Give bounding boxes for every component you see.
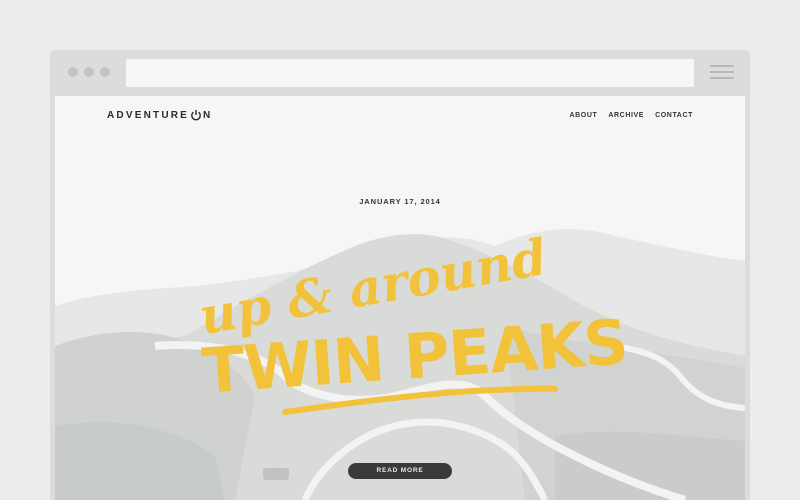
post-title-lettering: up & around TWIN PEAKS: [195, 227, 630, 415]
page-viewport: ADVENTURE N ABOUT ARCHIVE CONTACT JANUAR…: [55, 96, 745, 500]
browser-toolbar: [50, 50, 750, 96]
window-dot-2[interactable]: [84, 67, 94, 77]
window-dot-3[interactable]: [100, 67, 110, 77]
browser-window: ADVENTURE N ABOUT ARCHIVE CONTACT JANUAR…: [50, 50, 750, 500]
address-bar[interactable]: [126, 59, 694, 87]
window-dot-1[interactable]: [68, 67, 78, 77]
hamburger-menu-icon[interactable]: [710, 65, 734, 81]
read-more-button[interactable]: READ MORE: [348, 463, 452, 479]
